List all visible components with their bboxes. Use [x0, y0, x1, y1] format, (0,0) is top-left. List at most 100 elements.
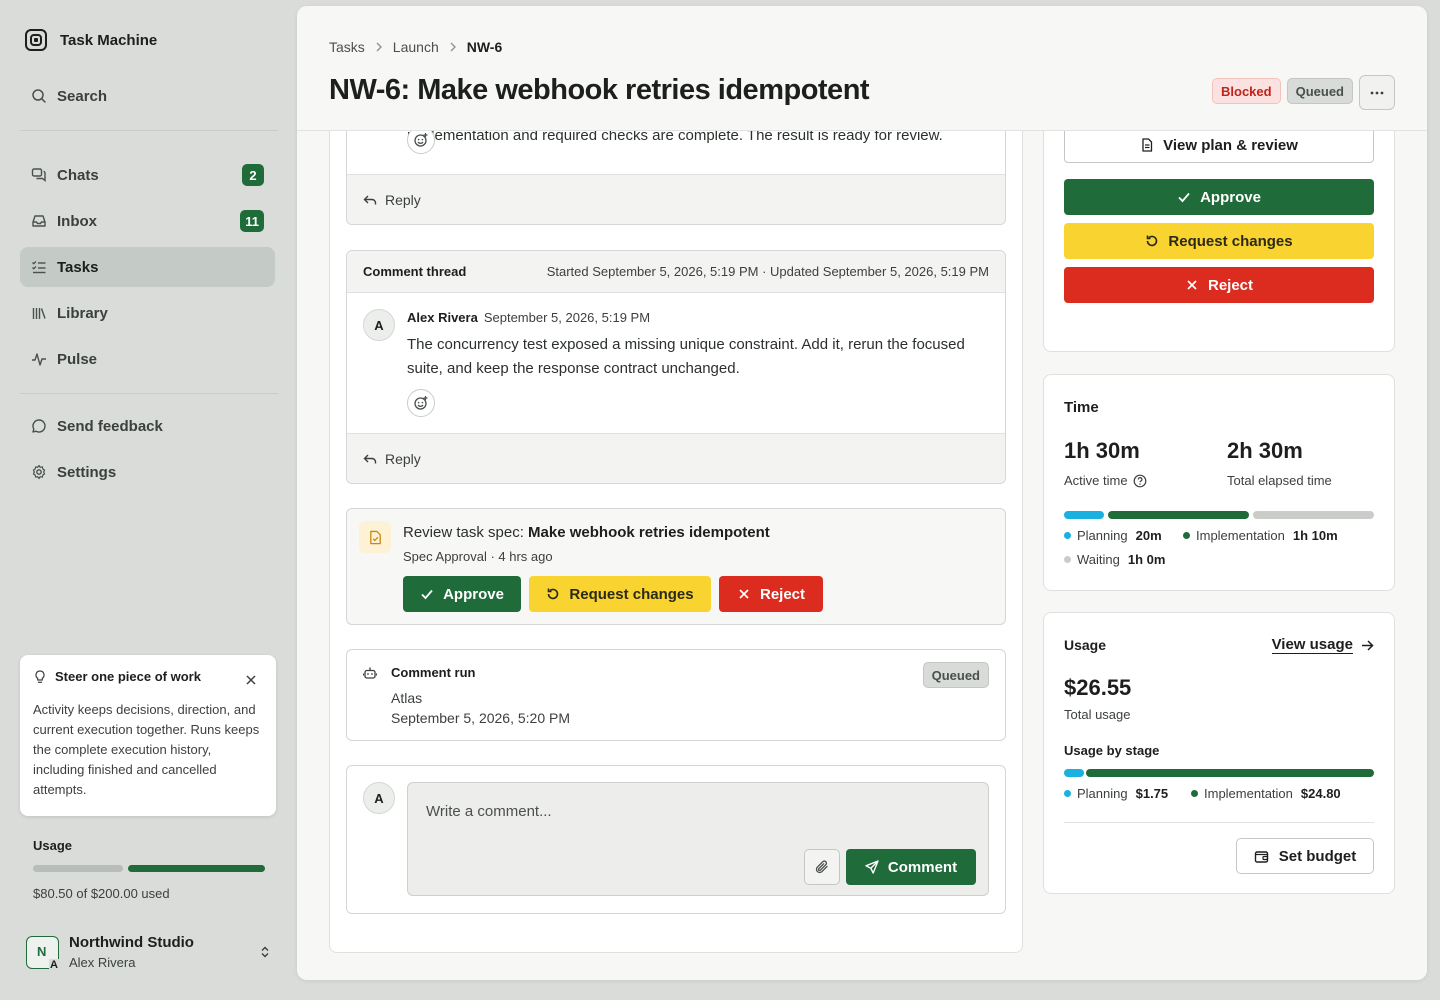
reject-button[interactable]: Reject: [1064, 267, 1374, 303]
view-plan-review-button[interactable]: View plan & review: [1064, 131, 1374, 163]
app-name: Task Machine: [60, 31, 158, 49]
usage-divider: [1064, 822, 1374, 823]
spec-icon-wrap: [359, 521, 391, 553]
tip-title: Steer one piece of work: [55, 669, 201, 684]
comment-input[interactable]: Write a comment... Comment: [407, 782, 989, 896]
request-changes-button[interactable]: Request changes: [1064, 223, 1374, 259]
thread-title: Comment thread: [363, 264, 467, 279]
search-button[interactable]: Search: [20, 76, 275, 116]
approve-button[interactable]: Approve: [1064, 179, 1374, 215]
legend-value: $24.80: [1300, 786, 1341, 801]
check-icon: [1178, 192, 1190, 203]
breadcrumb-item-launch[interactable]: Launch: [393, 39, 439, 55]
activity-column: implementation and required checks are c…: [329, 131, 1023, 953]
legend-label: Implementation: [1196, 528, 1285, 543]
send-feedback-button[interactable]: Send feedback: [20, 406, 275, 446]
legend-label: Planning: [1077, 786, 1128, 801]
inbox-count-badge: 11: [240, 210, 264, 232]
tip-body: Activity keeps decisions, direction, and…: [33, 702, 260, 797]
pulse-icon: [32, 353, 46, 366]
previous-comment-card: implementation and required checks are c…: [346, 131, 1006, 225]
smile-plus-icon: [414, 396, 428, 410]
legend-value: 1h 10m: [1292, 528, 1338, 543]
run-title: Comment run: [391, 665, 476, 680]
breadcrumb-item-current: NW-6: [466, 39, 503, 55]
status-badge-blocked: Blocked: [1212, 78, 1281, 104]
active-time-label: Active time: [1064, 473, 1128, 488]
spec-request-changes-button[interactable]: Request changes: [529, 576, 711, 612]
time-card: Time 1h 30m Active time 2h 30m Total ela…: [1043, 374, 1395, 591]
sidebar-divider: [20, 130, 278, 131]
chevron-up-down-icon: [261, 946, 269, 958]
usage-breakdown-bar: [1064, 769, 1374, 777]
sidebar-usage-bar-segment: [128, 865, 265, 872]
add-reaction-button[interactable]: [407, 389, 435, 417]
robot-icon: [363, 667, 377, 679]
spec-approve-button[interactable]: Approve: [403, 576, 521, 612]
check-icon: [421, 589, 433, 600]
legend-planning: Planning 20m: [1064, 528, 1162, 543]
spec-title: Make webhook retries idempotent: [528, 524, 770, 541]
reject-label: Reject: [1207, 276, 1254, 294]
reply-button[interactable]: Reply: [347, 174, 1005, 224]
more-options-button[interactable]: [1359, 75, 1395, 110]
close-icon[interactable]: [244, 673, 258, 687]
app-logo-icon: [25, 29, 47, 51]
chats-icon: [31, 168, 46, 182]
page-title: NW-6: Make webhook retries idempotent: [329, 74, 870, 106]
usage-card: Usage View usage $26.55 Total usage Usag…: [1043, 612, 1395, 894]
usage-title: Usage: [1064, 637, 1107, 653]
search-label: Search: [57, 87, 108, 105]
legend-value: $1.75: [1135, 786, 1169, 801]
close-icon: [1187, 280, 1197, 290]
reply-icon: [363, 454, 377, 463]
thread-header: Comment thread Started September 5, 2026…: [347, 251, 1005, 293]
sidebar-item-pulse[interactable]: Pulse: [20, 339, 275, 379]
view-usage-link[interactable]: View usage: [1271, 636, 1374, 654]
settings-button[interactable]: Settings: [20, 452, 275, 492]
status-badge-queued: Queued: [922, 662, 989, 688]
comment-composer-card: A Write a comment... Comment: [346, 765, 1006, 914]
submit-comment-button[interactable]: Comment: [846, 849, 976, 885]
approve-label: Approve: [1200, 188, 1261, 206]
reply-label: Reply: [385, 450, 421, 467]
sidebar: Task Machine Search Chats 2 Inbox 11 Tas…: [0, 0, 296, 1000]
add-reaction-button[interactable]: [407, 131, 435, 154]
sidebar-item-inbox[interactable]: Inbox 11: [20, 201, 275, 241]
reply-icon: [363, 195, 377, 204]
time-breakdown-bar: [1064, 511, 1374, 519]
sidebar-item-tasks[interactable]: Tasks: [20, 247, 275, 287]
spec-subtitle: Spec Approval · 4 hrs ago: [403, 549, 553, 564]
thread-meta: Started September 5, 2026, 5:19 PM · Upd…: [546, 264, 989, 279]
sidebar-item-label: Inbox: [57, 212, 97, 230]
send-feedback-label: Send feedback: [57, 417, 163, 435]
comment-time: September 5, 2026, 5:19 PM: [483, 310, 651, 325]
review-actions-card: View plan & review Approve Request chang…: [1043, 131, 1395, 352]
library-icon: [32, 308, 46, 319]
comment-text: The concurrency test exposed a missing u…: [407, 336, 965, 377]
sidebar-item-library[interactable]: Library: [20, 293, 275, 333]
set-budget-button[interactable]: Set budget: [1236, 838, 1374, 874]
main-panel: Tasks Launch NW-6 NW-6: Make webhook ret…: [297, 6, 1427, 980]
brand[interactable]: Task Machine: [24, 28, 157, 52]
content-scroll-area[interactable]: implementation and required checks are c…: [297, 131, 1427, 980]
breadcrumb-item-tasks[interactable]: Tasks: [329, 39, 365, 55]
breadcrumb: Tasks Launch NW-6: [329, 39, 502, 55]
set-budget-label: Set budget: [1278, 847, 1357, 865]
legend-dot: [1064, 556, 1071, 563]
help-circle-icon[interactable]: [1133, 474, 1147, 488]
attach-button[interactable]: [804, 849, 840, 885]
smile-plus-icon: [414, 133, 428, 147]
refresh-icon: [548, 588, 559, 600]
spec-reject-button[interactable]: Reject: [719, 576, 823, 612]
active-time-label-row: Active time: [1064, 473, 1147, 488]
wallet-icon: [1254, 850, 1268, 863]
reply-button[interactable]: Reply: [347, 433, 1005, 483]
legend-value: 1h 0m: [1127, 552, 1166, 567]
sidebar-item-chats[interactable]: Chats 2: [20, 155, 275, 195]
tip-card: Steer one piece of work Activity keeps d…: [20, 655, 276, 816]
workspace-switcher[interactable]: N A Northwind Studio Alex Rivera: [26, 930, 272, 974]
gear-icon: [32, 464, 46, 480]
bar-segment-planning: [1064, 769, 1085, 777]
chats-count-badge: 2: [242, 164, 264, 186]
